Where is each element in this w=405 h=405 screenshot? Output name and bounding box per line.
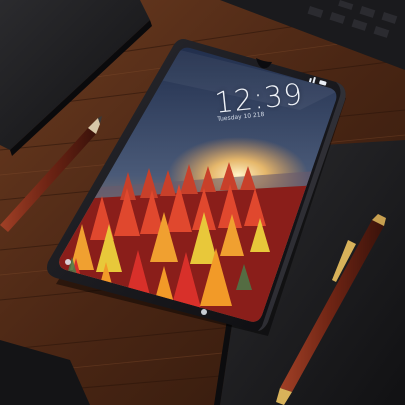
photo-scene [0,0,405,405]
scene-illustration [0,0,405,405]
phone-shortcut-icon[interactable] [65,259,71,265]
camera-shortcut-icon[interactable] [201,309,207,315]
